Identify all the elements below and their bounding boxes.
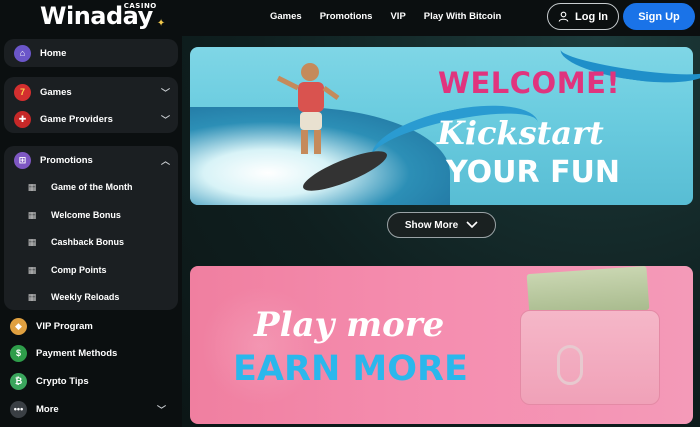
puzzle-icon: ✚ xyxy=(14,110,31,128)
login-label: Log In xyxy=(575,10,608,23)
sidebar-card-games: 7 Games ﹀ ✚ Game Providers ﹀ xyxy=(4,77,178,133)
banner-tagline: YOUR FUN xyxy=(446,155,621,190)
nav-play-with-bitcoin[interactable]: Play With Bitcoin xyxy=(424,11,502,22)
chevron-down-icon: ﹀ xyxy=(156,404,166,415)
sidebar-item-vip[interactable]: ◆ VIP Program xyxy=(0,314,174,338)
sidebar-item-crypto-tips[interactable]: ₿ Crypto Tips xyxy=(0,369,174,393)
sidebar-item-label: Payment Methods xyxy=(36,347,118,359)
sidebar-item-label: VIP Program xyxy=(36,320,93,332)
banner-subheading: EARN MORE xyxy=(233,349,468,389)
sidebar-subitem-label: Welcome Bonus xyxy=(51,210,121,220)
sidebar-subitem-weekly-reloads[interactable]: ▦ Weekly Reloads xyxy=(4,285,178,309)
wallet-graphic xyxy=(520,310,660,405)
sidebar-item-more[interactable]: ••• More ﹀ xyxy=(0,397,174,421)
show-more-label: Show More xyxy=(404,219,459,231)
chevron-up-icon: ︿ xyxy=(160,155,170,166)
sidebar-subitem-label: Weekly Reloads xyxy=(51,292,120,302)
gift-icon: ⊞ xyxy=(14,151,31,169)
show-more-button[interactable]: Show More xyxy=(387,212,496,238)
banner-heading: Play more xyxy=(254,305,445,345)
banner-subheading: Kickstart xyxy=(437,114,604,152)
sidebar-item-game-providers[interactable]: ✚ Game Providers ﹀ xyxy=(4,107,178,131)
chevron-down-icon: ﹀ xyxy=(160,87,170,98)
sidebar-subitem-welcome-bonus[interactable]: ▦ Welcome Bonus xyxy=(4,203,178,227)
sidebar-item-label: Home xyxy=(40,47,67,59)
home-icon: ⌂ xyxy=(14,44,31,62)
header: Winaday CASINO ✦ Games Promotions VIP Pl… xyxy=(0,0,700,36)
sidebar-subitem-label: Comp Points xyxy=(51,265,107,275)
sidebar-item-promotions[interactable]: ⊞ Promotions ︿ xyxy=(4,148,178,172)
star-icon: ✦ xyxy=(156,18,165,29)
diamond-icon: ◆ xyxy=(10,317,27,335)
surfer-illustration xyxy=(276,63,340,154)
sidebar-item-home[interactable]: ⌂ Home xyxy=(4,41,178,65)
gift-icon: ▦ xyxy=(27,181,37,192)
sidebar-item-label: Crypto Tips xyxy=(36,375,89,387)
more-dots-icon: ••• xyxy=(10,400,27,418)
crypto-icon: ₿ xyxy=(10,372,27,390)
money-icon: $ xyxy=(10,344,27,362)
user-icon xyxy=(558,11,569,22)
sidebar-card-promotions: ⊞ Promotions ︿ ▦ Game of the Month ▦ Wel… xyxy=(4,146,178,310)
sidebar-subitem-label: Cashback Bonus xyxy=(51,237,125,247)
sidebar-subitem-game-of-the-month[interactable]: ▦ Game of the Month xyxy=(4,175,178,199)
signup-label: Sign Up xyxy=(638,10,680,23)
nav-promotions[interactable]: Promotions xyxy=(320,11,373,22)
signup-button[interactable]: Sign Up xyxy=(623,3,695,30)
chevron-down-icon: ﹀ xyxy=(160,114,170,125)
banner-heading: WELCOME! xyxy=(438,66,621,100)
sidebar-subitem-comp-points[interactable]: ▦ Comp Points xyxy=(4,258,178,282)
nav-games[interactable]: Games xyxy=(270,11,302,22)
gift-icon: ▦ xyxy=(27,291,37,302)
sidebar-subitem-label: Game of the Month xyxy=(51,182,133,192)
sidebar-item-label: Promotions xyxy=(40,154,93,166)
sidebar-subitem-cashback-bonus[interactable]: ▦ Cashback Bonus xyxy=(4,230,178,254)
sidebar-item-label: Game Providers xyxy=(40,113,113,125)
gift-icon: ▦ xyxy=(27,264,37,275)
sidebar-item-games[interactable]: 7 Games ﹀ xyxy=(4,80,178,104)
sidebar-card-home: ⌂ Home xyxy=(4,39,178,67)
chevron-down-icon xyxy=(466,221,478,229)
sidebar-item-label: More xyxy=(36,403,59,415)
gift-icon: ▦ xyxy=(27,236,37,247)
gift-icon: ▦ xyxy=(27,209,37,220)
sidebar-item-payment-methods[interactable]: $ Payment Methods xyxy=(0,341,174,365)
logo-tag: CASINO xyxy=(123,2,157,10)
top-nav: Games Promotions VIP Play With Bitcoin xyxy=(270,0,501,32)
wallet-clasp-graphic xyxy=(557,345,583,385)
nav-vip[interactable]: VIP xyxy=(390,11,405,22)
login-button[interactable]: Log In xyxy=(547,3,619,30)
logo[interactable]: Winaday CASINO ✦ xyxy=(40,2,165,30)
seven-icon: 7 xyxy=(14,83,31,101)
sidebar-item-label: Games xyxy=(40,86,72,98)
sidebar: ⌂ Home 7 Games ﹀ ✚ Game Providers ﹀ ⊞ Pr… xyxy=(0,36,182,427)
